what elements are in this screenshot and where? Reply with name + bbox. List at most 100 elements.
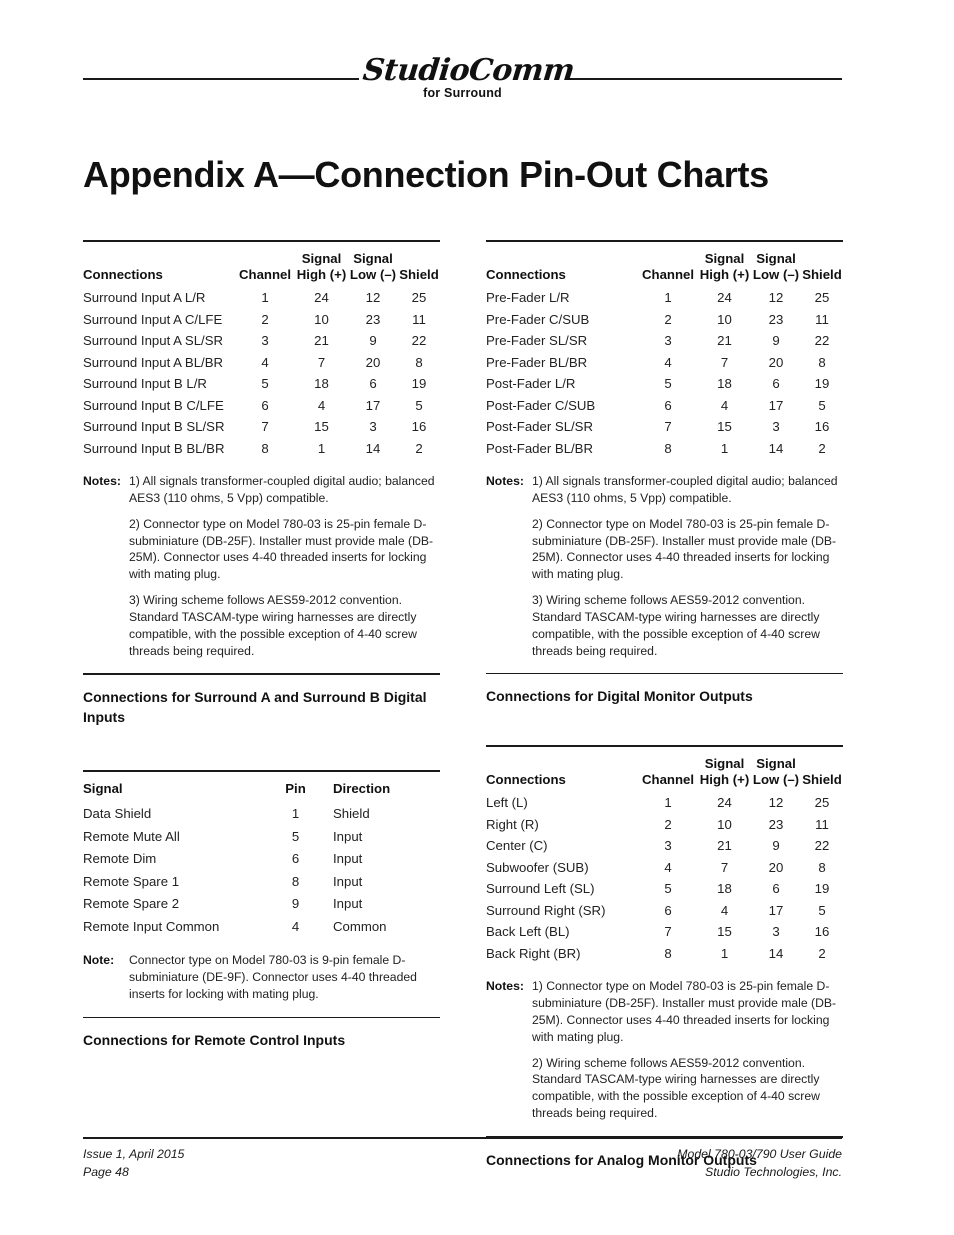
- notes-block-2: Note: Connector type on Model 780-03 is …: [83, 952, 440, 1002]
- cell-shield: 8: [818, 859, 826, 875]
- cell-shield: 22: [411, 333, 427, 349]
- table-row: Surround Input A C/LFE 2 10 23 11: [83, 309, 440, 331]
- cell-connection: Surround Input A SL/SR: [83, 333, 224, 349]
- col-header-signal-low-line1: Signal: [756, 756, 796, 772]
- cell-high: 1: [720, 945, 729, 961]
- table-row: Subwoofer (SUB) 4 7 20 8: [486, 857, 843, 879]
- page-footer: Issue 1, April 2015 Page 48 Model 780-03…: [83, 1137, 842, 1182]
- col-header-channel: Channel: [641, 771, 695, 787]
- cell-low: 17: [768, 902, 784, 918]
- col-header-signal-low-line2: Low (–): [752, 266, 800, 282]
- cell-shield: 2: [818, 440, 826, 456]
- table-header: Connections Channel Signal High (+) Sign…: [486, 756, 843, 792]
- notes-label: Notes:: [486, 979, 524, 994]
- cell-connection: Pre-Fader BL/BR: [486, 354, 588, 370]
- footer-rule: [83, 1137, 842, 1139]
- notes-row: Notes: 1) Connector type on Model 780-03…: [486, 978, 843, 1122]
- notes-row: Notes: 1) All signals transformer-couple…: [83, 473, 440, 659]
- cell-high: 24: [314, 290, 329, 306]
- cell-connection: Surround Input B L/R: [83, 376, 207, 392]
- col-header-signal-high-line2: High (+): [296, 266, 347, 282]
- cell-channel: 1: [261, 290, 269, 306]
- table-row: Data Shield 1 Shield: [83, 803, 440, 826]
- cell-shield: 19: [814, 881, 830, 897]
- table-header: Connections Channel Signal High (+) Sign…: [83, 251, 440, 287]
- notes-label: Notes:: [486, 474, 524, 489]
- table-row: Pre-Fader C/SUB 2 10 23 11: [486, 309, 843, 331]
- col-header-signal-high: Signal High (+): [295, 251, 348, 287]
- left-column: Connections Channel Signal High (+) Sign…: [83, 240, 440, 1050]
- col-header-signal-low-line2: Low (–): [349, 266, 397, 282]
- cell-high: 18: [717, 376, 732, 392]
- cell-channel: 6: [261, 397, 269, 413]
- cell-shield: 19: [814, 376, 830, 392]
- table-row: Back Right (BR) 8 1 14 2: [486, 943, 843, 965]
- cell-pin: 8: [291, 873, 300, 889]
- cell-high: 15: [314, 419, 329, 435]
- col-header-signal-high-line1: Signal: [301, 251, 342, 266]
- cell-signal: Remote Spare 1: [83, 873, 180, 889]
- cell-signal: Remote Spare 2: [83, 896, 180, 912]
- header-row: Signal Pin Direction: [83, 781, 440, 804]
- masthead-rule-right: [566, 78, 842, 80]
- cell-connection: Post-Fader C/SUB: [486, 397, 596, 413]
- cell-high: 7: [720, 859, 729, 875]
- footer-left: Issue 1, April 2015 Page 48: [83, 1146, 184, 1182]
- cell-low: 3: [369, 419, 377, 435]
- cell-connection: Surround Right (SR): [486, 902, 606, 918]
- cell-low: 12: [768, 795, 784, 811]
- col-header-signal-low: Signal Low (–): [348, 251, 398, 287]
- cell-signal: Remote Input Common: [83, 918, 220, 934]
- document-page: StudioComm for Surround Appendix A—Conne…: [0, 0, 954, 1235]
- note-paragraph: Connector type on Model 780-03 is 9-pin …: [129, 953, 417, 1001]
- cell-connection: Left (L): [486, 795, 528, 811]
- table-row: Surround Right (SR) 6 4 17 5: [486, 900, 843, 922]
- cell-low: 23: [768, 816, 784, 832]
- table-row: Surround Input B BL/BR 8 1 14 2: [83, 438, 440, 460]
- remote-control-inputs-table: Signal Pin Direction Data Shield 1 Shield R…: [83, 781, 440, 939]
- cell-signal: Data Shield: [83, 806, 152, 822]
- cell-signal: Remote Mute All: [83, 828, 180, 844]
- table-row: Remote Input Common 4 Common: [83, 916, 440, 939]
- masthead: StudioComm for Surround: [83, 52, 842, 104]
- caption-block-1: Connections for Surround A and Surround …: [83, 673, 440, 727]
- cell-channel: 6: [664, 397, 672, 413]
- cell-channel: 2: [664, 311, 672, 327]
- cell-connection: Pre-Fader L/R: [486, 290, 570, 306]
- cell-connection: Subwoofer (SUB): [486, 859, 589, 875]
- cell-channel: 4: [664, 354, 672, 370]
- col-header-signal-high-line1: Signal: [704, 756, 745, 772]
- table-row: Post-Fader BL/BR 8 1 14 2: [486, 438, 843, 460]
- notes-row: Note: Connector type on Model 780-03 is …: [83, 952, 440, 1002]
- cell-channel: 3: [664, 333, 672, 349]
- cell-shield: 25: [814, 290, 830, 306]
- col-header-connections: Connections: [486, 771, 566, 787]
- notes-body: 1) All signals transformer-coupled digit…: [532, 473, 843, 659]
- cell-channel: 5: [664, 881, 672, 897]
- cell-low: 17: [768, 397, 784, 413]
- cell-low: 20: [365, 354, 381, 370]
- table-body: Left (L) 1 24 12 25 Right (R) 2 10 23 11 Center (C…: [486, 792, 843, 964]
- cell-low: 3: [772, 419, 780, 435]
- col-header-signal-high: Signal High (+): [698, 251, 751, 287]
- cell-shield: 16: [814, 924, 830, 940]
- footer-page-number: Page 48: [83, 1164, 129, 1179]
- cell-high: 24: [717, 290, 732, 306]
- cell-channel: 8: [261, 440, 269, 456]
- table-header: Signal Pin Direction: [83, 781, 440, 804]
- cell-high: 18: [717, 881, 732, 897]
- cell-shield: 5: [818, 902, 826, 918]
- cell-low: 14: [365, 440, 381, 456]
- cell-direction: Input: [333, 873, 363, 889]
- caption-block-2: Connections for Remote Control Inputs: [83, 1016, 440, 1051]
- table-row: Surround Input B C/LFE 6 4 17 5: [83, 395, 440, 417]
- table-row: Remote Dim 6 Input: [83, 848, 440, 871]
- col-header-signal-high-line1: Signal: [704, 251, 745, 266]
- cell-shield: 16: [411, 419, 427, 435]
- cell-channel: 8: [664, 945, 672, 961]
- notes-block-1: Notes: 1) All signals transformer-couple…: [486, 473, 843, 659]
